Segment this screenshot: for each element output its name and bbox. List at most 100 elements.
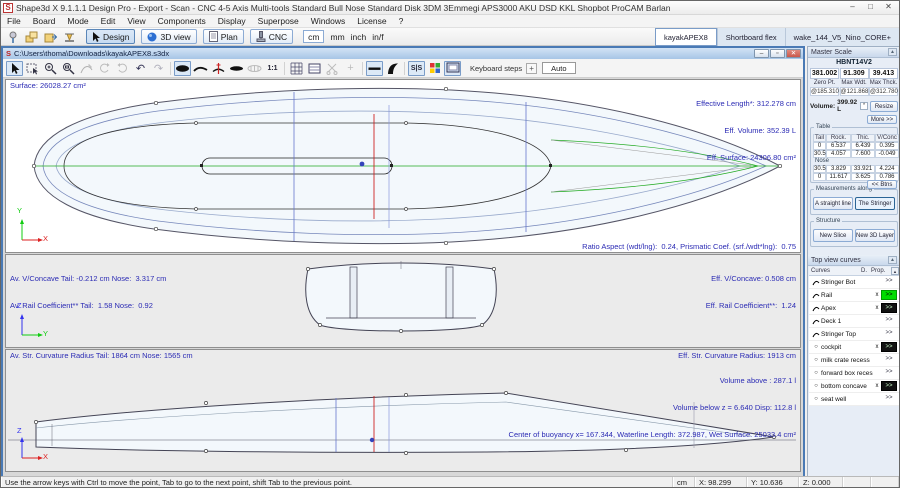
menu-board[interactable]: Board: [27, 16, 62, 26]
menu-display[interactable]: Display: [212, 16, 252, 26]
tab-shortboard-flex[interactable]: Shortboard flex: [717, 28, 785, 46]
rotate-right-icon[interactable]: [114, 61, 131, 76]
straight-line-button[interactable]: A straight line: [813, 197, 853, 210]
zoom-zone-icon[interactable]: [60, 61, 77, 76]
length-value[interactable]: 381.002: [810, 68, 839, 79]
master-scale-header[interactable]: Master Scale ▲: [808, 47, 900, 58]
prop-badge[interactable]: >>: [881, 381, 897, 391]
tab-kayakapex8[interactable]: kayakAPEX8: [655, 28, 717, 46]
export-box-icon[interactable]: [42, 30, 59, 44]
select-arrow-icon[interactable]: [6, 61, 23, 76]
doc-close-icon[interactable]: ✕: [786, 49, 801, 58]
3d-view-button[interactable]: 3D view: [141, 29, 196, 44]
minimize-icon[interactable]: –: [844, 2, 861, 13]
collapse-arrow-icon[interactable]: ▲: [888, 48, 897, 56]
curve-row-cockpit[interactable]: ○ cockpitx >>: [809, 341, 899, 354]
doc-restore-icon[interactable]: ▫: [770, 49, 785, 58]
side-by-side-icon[interactable]: S|S: [408, 61, 425, 76]
width-value[interactable]: 91.309: [840, 68, 869, 79]
document-title-bar[interactable]: S C:\Users\thoma\Downloads\kayakAPEX8.s3…: [3, 48, 803, 59]
btns-button[interactable]: << Btns: [867, 180, 897, 189]
menu-superpose[interactable]: Superpose: [252, 16, 305, 26]
menu-edit[interactable]: Edit: [95, 16, 122, 26]
menu-help[interactable]: ?: [393, 16, 410, 26]
new-slice-button[interactable]: New Slice: [813, 229, 853, 242]
plan-button[interactable]: Plan: [203, 29, 244, 44]
cut-icon[interactable]: [324, 61, 341, 76]
full-screen-icon[interactable]: [444, 61, 461, 76]
profile-view-panel[interactable]: Av. Str. Curvature Radius Tail: 1864 cm …: [5, 349, 801, 472]
add-point-icon[interactable]: +: [342, 61, 359, 76]
slice-view-icon[interactable]: [210, 61, 227, 76]
max-wdt-at[interactable]: @121.868: [840, 87, 869, 96]
fin-icon[interactable]: [384, 61, 401, 76]
colors-icon[interactable]: [426, 61, 443, 76]
outline-view-icon[interactable]: [174, 61, 191, 76]
prop-badge[interactable]: >>: [881, 368, 897, 378]
redo-icon[interactable]: ↷: [150, 61, 167, 76]
scale-icon[interactable]: [61, 30, 78, 44]
curves-collapse-arrow-icon[interactable]: ▲: [888, 256, 897, 264]
prop-badge[interactable]: >>: [881, 394, 897, 404]
resize-star-checkbox[interactable]: *: [860, 102, 868, 110]
slice-view-panel[interactable]: Av. V/Concave Tail: -0.212 cm Nose: 3.31…: [5, 254, 801, 348]
one-to-one-icon[interactable]: 1:1: [264, 61, 281, 76]
menu-mode[interactable]: Mode: [61, 16, 94, 26]
prop-badge[interactable]: >>: [881, 277, 897, 287]
more-button[interactable]: More >>: [867, 115, 897, 124]
undo-icon[interactable]: ↶: [132, 61, 149, 76]
top-view-panel[interactable]: Surface: 26028.27 cm² Effective Length*:…: [5, 79, 801, 253]
thickness-view-icon[interactable]: [228, 61, 245, 76]
grid-icon[interactable]: [288, 61, 305, 76]
menu-components[interactable]: Components: [152, 16, 212, 26]
prop-badge[interactable]: >>: [881, 303, 897, 313]
max-thck-at[interactable]: @312.780: [869, 87, 898, 96]
curve-row-seat-well[interactable]: ○ seat well >>: [809, 393, 899, 406]
maximize-icon[interactable]: □: [862, 2, 879, 13]
boxes-icon[interactable]: [23, 30, 40, 44]
prop-badge-selected[interactable]: >>: [881, 290, 897, 300]
prop-badge[interactable]: >>: [881, 329, 897, 339]
unit-mm-button[interactable]: mm: [330, 32, 344, 42]
menu-windows[interactable]: Windows: [305, 16, 351, 26]
curve-row-deck-1[interactable]: Deck 1 >>: [809, 315, 899, 328]
rocker-view-icon[interactable]: [192, 61, 209, 76]
curve-row-apex[interactable]: Apexx >>: [809, 302, 899, 315]
doc-minimize-icon[interactable]: –: [754, 49, 769, 58]
new-3d-layer-button[interactable]: New 3D Layer: [855, 229, 895, 242]
rotate-left-icon[interactable]: [96, 61, 113, 76]
rail-view-icon[interactable]: [246, 61, 263, 76]
zoom-in-icon[interactable]: [42, 61, 59, 76]
resize-button[interactable]: Resize: [870, 101, 898, 112]
curve-row-stringer-bot[interactable]: Stringer Bot >>: [809, 276, 899, 289]
design-button[interactable]: Design: [86, 29, 135, 44]
curve-row-milk-crate-recess[interactable]: ○ milk crate recess >>: [809, 354, 899, 367]
unit-inf-button[interactable]: in/f: [372, 32, 383, 42]
scroll-up-icon[interactable]: ▲: [891, 267, 899, 275]
curve-row-bottom-concave[interactable]: ○ bottom concavex >>: [809, 380, 899, 393]
keyboard-steps-auto-button[interactable]: Auto: [542, 62, 575, 74]
menu-view[interactable]: View: [121, 16, 151, 26]
menu-file[interactable]: File: [1, 16, 27, 26]
curve-row-rail[interactable]: Railx >>: [809, 289, 899, 302]
prop-badge[interactable]: >>: [881, 316, 897, 326]
cnc-button[interactable]: CNC: [250, 29, 293, 44]
tab-wake-144[interactable]: wake_144_V5_Nino_CORE+: [785, 28, 899, 46]
curve-row-forward-box-recess[interactable]: ○ forward box recess >>: [809, 367, 899, 380]
unit-inch-button[interactable]: inch: [351, 32, 367, 42]
pin-icon[interactable]: [4, 30, 21, 44]
stringer-line-icon[interactable]: [366, 61, 383, 76]
keyboard-steps-stepper[interactable]: +: [526, 63, 537, 74]
thickness-value[interactable]: 39.413: [869, 68, 898, 79]
stringer-button[interactable]: The Stringer: [855, 197, 895, 210]
edit-curve-icon[interactable]: [78, 61, 95, 76]
marquee-select-icon[interactable]: [24, 61, 41, 76]
rocker-table[interactable]: Tail Rock. Pro Thic. Str V/Conc 06.5376.…: [813, 134, 895, 181]
unit-cm-button[interactable]: cm: [303, 30, 324, 43]
curve-row-stringer-top[interactable]: Stringer Top >>: [809, 328, 899, 341]
prop-badge[interactable]: >>: [881, 355, 897, 365]
prop-badge[interactable]: >>: [881, 342, 897, 352]
zero-pt-at[interactable]: @185.310: [810, 87, 839, 96]
close-icon[interactable]: ✕: [880, 2, 897, 13]
menu-license[interactable]: License: [351, 16, 392, 26]
